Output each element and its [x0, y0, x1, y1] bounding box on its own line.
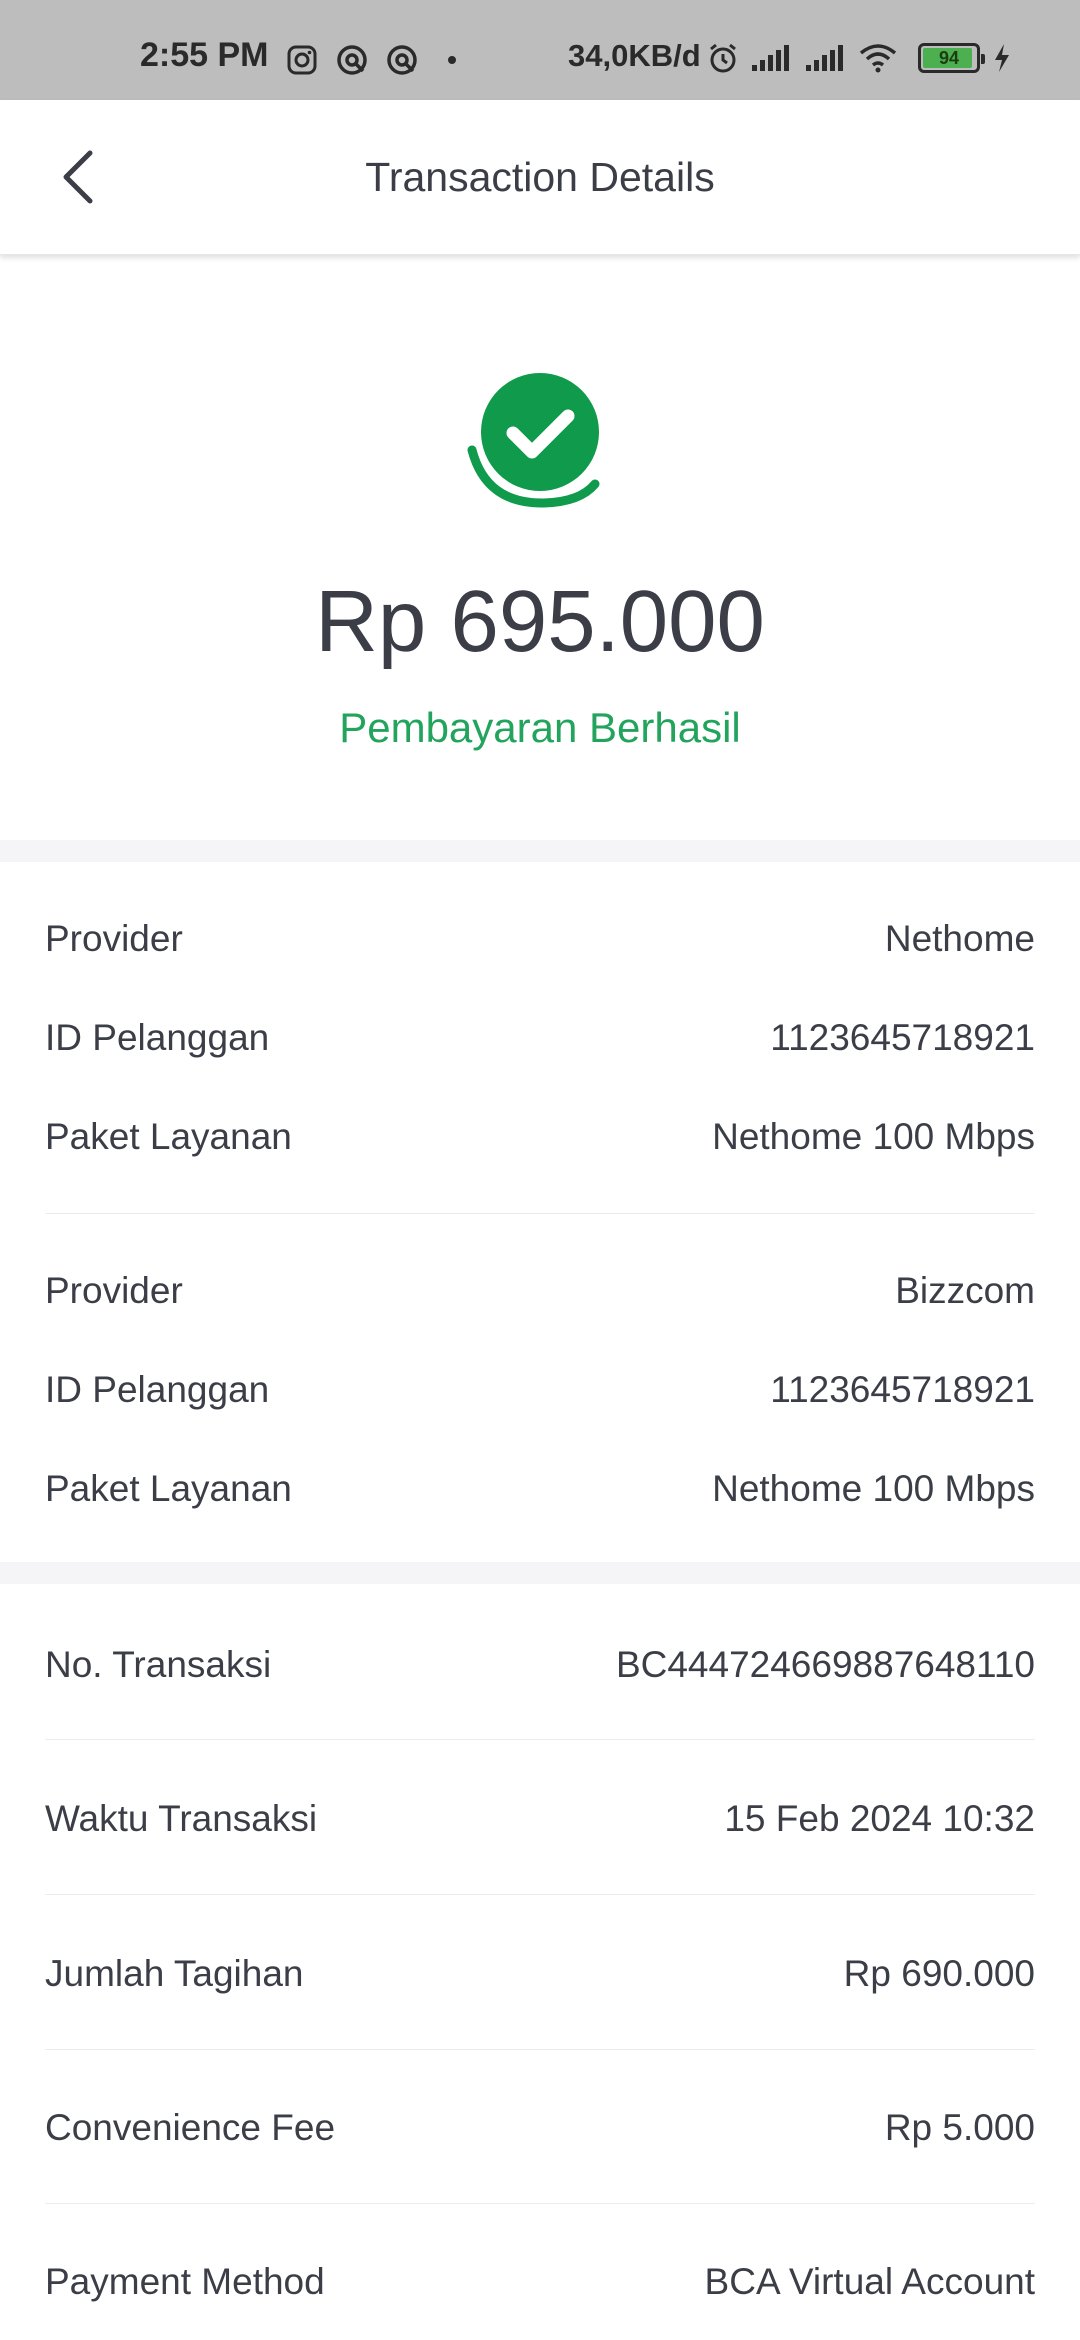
transaction-time-value: 15 Feb 2024 10:32: [724, 1798, 1035, 1839]
package-row: Paket Layanan Nethome 100 Mbps: [45, 1107, 1035, 1167]
customer-id-label: ID Pelanggan: [45, 1369, 270, 1410]
package-value: Nethome 100 Mbps: [712, 1468, 1035, 1509]
transaction-number-value: BC444724669887648110: [615, 1644, 1035, 1685]
wifi-icon: [859, 44, 897, 73]
row-divider: [45, 1213, 1035, 1214]
customer-id-value: 1123645718921: [770, 1369, 1035, 1410]
package-row: Paket Layanan Nethome 100 Mbps: [45, 1459, 1035, 1519]
battery-percent: 94: [938, 48, 960, 68]
payment-amount: Rp 695.000: [315, 573, 765, 670]
app-header: Transaction Details: [0, 100, 1080, 255]
more-notifications-dot: [448, 56, 456, 64]
transaction-details: No. Transaksi BC444724669887648110 Waktu…: [0, 1584, 1080, 2340]
row-divider: [45, 1739, 1035, 1740]
signal-icon: [806, 45, 843, 71]
charging-icon: [995, 44, 1009, 72]
convenience-fee-row: Convenience Fee Rp 5.000: [45, 2098, 1035, 2158]
network-speed: 34,0KB/d: [568, 38, 701, 73]
alarm-icon: [710, 43, 736, 73]
app-notification-icon: [337, 45, 367, 75]
instagram-icon: [287, 45, 317, 75]
convenience-fee-label: Convenience Fee: [45, 2107, 336, 2148]
payment-status: Pembayaran Berhasil: [339, 704, 741, 751]
status-bar: 2:55 PM 34,0KB/d 94: [0, 0, 1080, 100]
row-divider: [45, 2049, 1035, 2050]
system-icons: 94: [708, 42, 1012, 74]
provider-value: Bizzcom: [895, 1270, 1035, 1311]
customer-id-label: ID Pelanggan: [45, 1017, 270, 1058]
battery-icon: 94: [918, 43, 985, 73]
convenience-fee-value: Rp 5.000: [884, 2107, 1035, 2148]
status-time: 2:55 PM: [140, 36, 269, 74]
payment-summary: Rp 695.000 Pembayaran Berhasil: [0, 254, 1080, 840]
app-notification-icon: [387, 45, 417, 75]
success-check-icon: [467, 373, 600, 508]
transaction-number-label: No. Transaksi: [45, 1644, 272, 1685]
transaction-time-label: Waktu Transaksi: [45, 1798, 318, 1839]
service-details: Provider Nethome ID Pelanggan 1123645718…: [0, 862, 1080, 1562]
package-value: Nethome 100 Mbps: [712, 1116, 1035, 1157]
customer-id-row: ID Pelanggan 1123645718921: [45, 1360, 1035, 1420]
bill-amount-value: Rp 690.000: [843, 1953, 1035, 1994]
provider-value: Nethome: [884, 918, 1035, 959]
customer-id-row: ID Pelanggan 1123645718921: [45, 1008, 1035, 1068]
payment-method-row: Payment Method BCA Virtual Account: [45, 2252, 1035, 2312]
package-label: Paket Layanan: [45, 1116, 292, 1157]
transaction-time-row: Waktu Transaksi 15 Feb 2024 10:32: [45, 1789, 1035, 1849]
notification-icons: [286, 44, 456, 76]
section-divider: [0, 840, 1080, 862]
transaction-number-row: No. Transaksi BC444724669887648110: [45, 1635, 1035, 1695]
provider-label: Provider: [45, 1270, 183, 1311]
section-divider: [0, 1562, 1080, 1584]
provider-row: Provider Bizzcom: [45, 1261, 1035, 1321]
provider-row: Provider Nethome: [45, 909, 1035, 969]
signal-icon: [752, 45, 789, 71]
payment-method-value: BCA Virtual Account: [704, 2261, 1035, 2302]
package-label: Paket Layanan: [45, 1468, 292, 1509]
row-divider: [45, 1894, 1035, 1895]
row-divider: [45, 2203, 1035, 2204]
provider-label: Provider: [45, 918, 183, 959]
bill-amount-row: Jumlah Tagihan Rp 690.000: [45, 1944, 1035, 2004]
page-title: Transaction Details: [365, 154, 715, 200]
bill-amount-label: Jumlah Tagihan: [45, 1953, 304, 1994]
payment-method-label: Payment Method: [45, 2261, 325, 2302]
customer-id-value: 1123645718921: [770, 1017, 1035, 1058]
